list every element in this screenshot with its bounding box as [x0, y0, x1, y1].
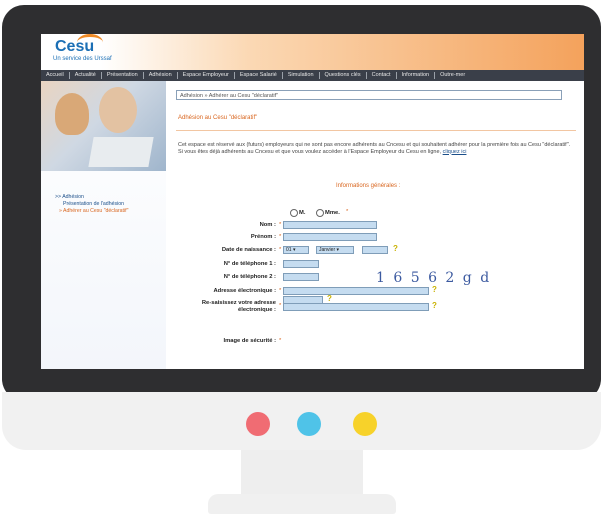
- birth-month-select[interactable]: Janvier ▾: [316, 246, 354, 254]
- nav-item[interactable]: Actualité: [70, 72, 102, 79]
- email-input[interactable]: [283, 287, 429, 295]
- phone1-label: N° de téléphone 1 :: [223, 261, 276, 267]
- help-icon[interactable]: ?: [327, 294, 335, 303]
- birth-label: Date de naissance :: [221, 247, 276, 253]
- nom-label: Nom :: [259, 222, 276, 228]
- nav-item[interactable]: Information: [397, 72, 436, 79]
- prenom-label: Prénom :: [250, 234, 276, 240]
- monitor-base: [208, 494, 396, 514]
- nav-item[interactable]: Outre-mer: [435, 72, 470, 79]
- main-content: Adhésion » Adhérer au Cesu "déclaratif" …: [176, 90, 576, 369]
- hero-photo: [41, 81, 166, 171]
- help-icon[interactable]: ?: [432, 301, 440, 310]
- captcha-input[interactable]: [283, 296, 323, 304]
- nav-item[interactable]: Présentation: [102, 72, 144, 79]
- yellow-dot-icon: [353, 412, 377, 436]
- required-mark: *: [279, 234, 282, 240]
- birth-year-input[interactable]: [362, 246, 388, 254]
- nav-item[interactable]: Espace Salarié: [235, 72, 283, 79]
- site-logo[interactable]: Cesu: [55, 38, 94, 56]
- nom-input[interactable]: [283, 221, 377, 229]
- sidebar-item-adherer[interactable]: » Adhérer au Cesu "déclaratif": [55, 208, 128, 215]
- nav-item[interactable]: Accueil: [41, 72, 70, 79]
- required-mark: *: [279, 247, 282, 253]
- sidebar-item-presentation[interactable]: Présentation de l'adhésion: [55, 201, 128, 208]
- monitor-stand: [241, 450, 363, 496]
- help-icon[interactable]: ?: [393, 244, 401, 253]
- registration-form: M. Mme. * Nom : * Prénom : * Date de nai…: [176, 90, 576, 369]
- captcha-label: Image de sécurité :: [223, 338, 276, 344]
- main-nav: Accueil Actualité Présentation Adhésion Espa…: [41, 70, 584, 81]
- prenom-input[interactable]: [283, 233, 377, 241]
- captcha-image: 1 6 5 6 2 g d: [376, 270, 492, 286]
- nav-item[interactable]: Adhésion: [144, 72, 178, 79]
- help-icon[interactable]: ?: [432, 285, 440, 294]
- required-mark: *: [279, 288, 282, 294]
- birth-day-select[interactable]: 01 ▾: [283, 246, 309, 254]
- email-label: Adresse électronique :: [213, 288, 277, 294]
- civility-mme-label: Mme.: [325, 210, 340, 216]
- nav-item[interactable]: Simulation: [283, 72, 320, 79]
- civility-m-label: M.: [299, 210, 306, 216]
- phone1-input[interactable]: [283, 260, 319, 268]
- sidebar: >> Adhésion Présentation de l'adhésion »…: [41, 81, 166, 369]
- header-banner: [101, 34, 584, 70]
- phone2-input[interactable]: [283, 273, 319, 281]
- red-dot-icon: [246, 412, 270, 436]
- nav-item[interactable]: Questions clés: [320, 72, 367, 79]
- site-header: Cesu Un service des Urssaf: [41, 34, 584, 70]
- email2-input[interactable]: [283, 303, 429, 311]
- required-mark: *: [279, 222, 282, 228]
- site-tagline: Un service des Urssaf: [53, 56, 112, 62]
- required-mark: *: [279, 303, 282, 309]
- nav-item[interactable]: Espace Employeur: [178, 72, 235, 79]
- required-mark: *: [279, 338, 282, 344]
- civility-mme-radio[interactable]: [316, 209, 324, 217]
- blue-dot-icon: [297, 412, 321, 436]
- sidebar-links: >> Adhésion Présentation de l'adhésion »…: [55, 194, 128, 215]
- sidebar-item-adhesion[interactable]: >> Adhésion: [55, 194, 128, 201]
- phone2-label: N° de téléphone 2 :: [223, 274, 276, 280]
- email2-label: Re-saisissez votre adresse électronique …: [201, 300, 276, 313]
- required-mark: *: [346, 209, 349, 215]
- nav-item[interactable]: Contact: [367, 72, 397, 79]
- screen: Cesu Un service des Urssaf Accueil Actual…: [41, 34, 584, 369]
- civility-m-radio[interactable]: [290, 209, 298, 217]
